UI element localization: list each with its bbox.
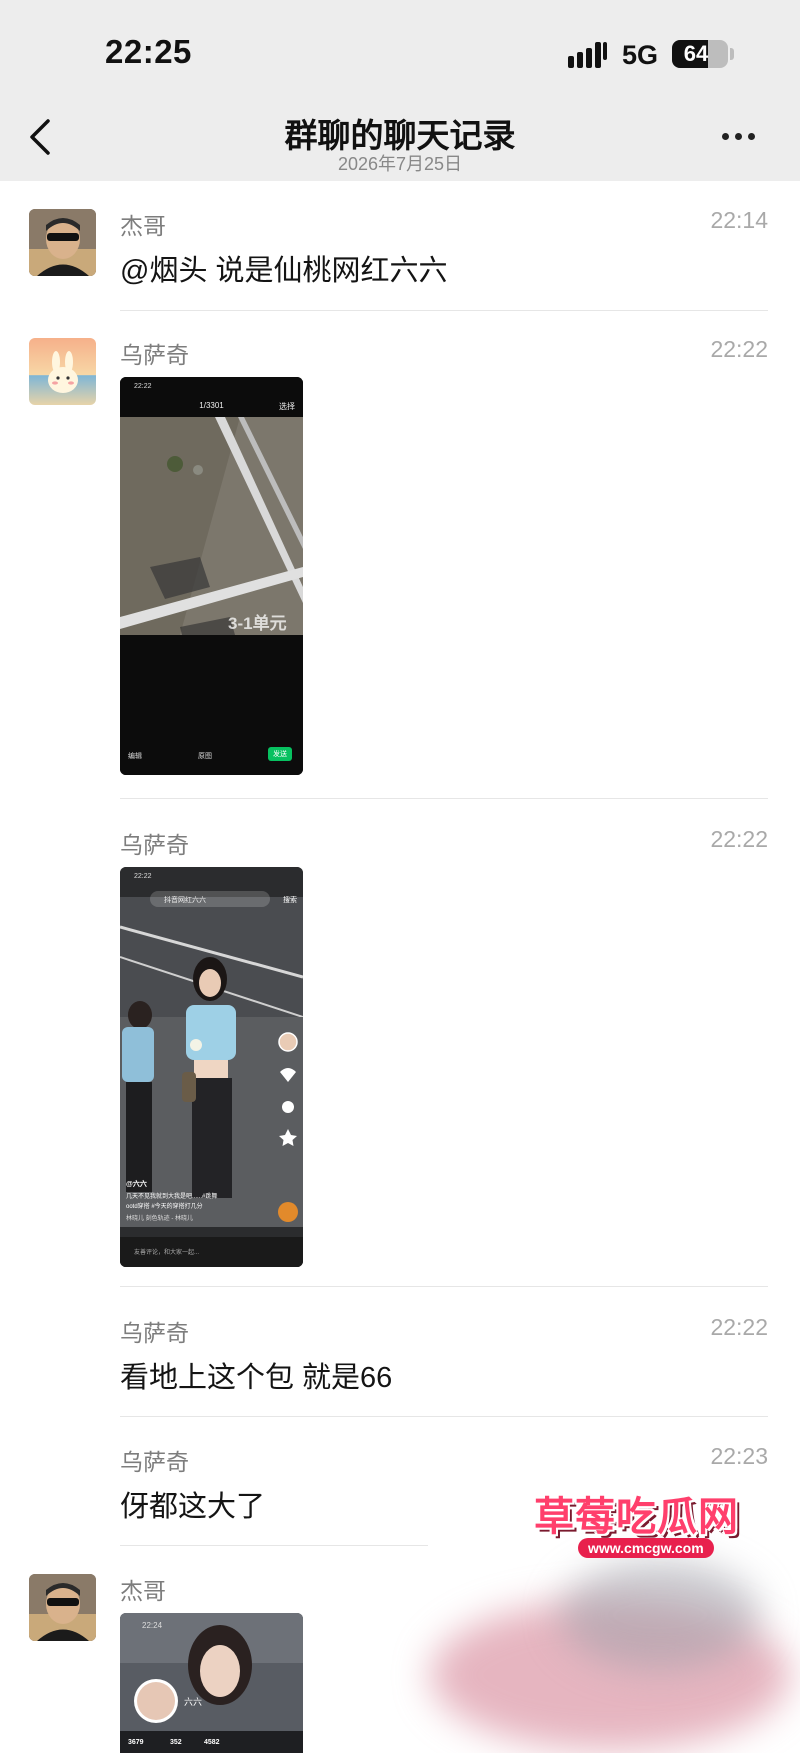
- divider: [120, 1545, 428, 1546]
- screenshot-profile-name: 六六: [184, 1697, 203, 1707]
- image-message[interactable]: 22:22 抖音网红六六 搜索 @六六 几天不见我就到大我是吧......#跳舞…: [120, 867, 303, 1267]
- screenshot-stat-1: 3679: [128, 1739, 144, 1746]
- image-message[interactable]: 22:22 1/3301 选择 3-1单元 编辑 原图 发送: [120, 377, 303, 775]
- chat-message[interactable]: 乌萨奇 22:22 看地上这个包 就是66: [0, 1314, 800, 1414]
- message-time: 22:23: [710, 1443, 768, 1469]
- sender-name: 乌萨奇: [120, 1449, 189, 1475]
- screenshot-stat-2: 352: [170, 1739, 182, 1746]
- screenshot-search-box: 抖音网红六六: [150, 891, 270, 907]
- screenshot-comment-box: 友善评论，和大家一起...: [134, 1250, 200, 1256]
- screenshot-username: @六六: [126, 1181, 147, 1188]
- screenshot-status-bar: 22:22: [134, 383, 152, 390]
- message-time: 22:22: [710, 826, 768, 852]
- sender-name: 乌萨奇: [120, 1320, 189, 1346]
- screenshot-stat-3: 4582: [204, 1739, 220, 1746]
- screenshot-status-bar: 22:22: [134, 873, 152, 880]
- status-bar: 22:25 5G 64: [0, 0, 800, 95]
- send-button-label: 发送: [268, 747, 292, 761]
- image-overlay-text: 3-1单元: [228, 614, 287, 633]
- edit-label: 编辑: [128, 753, 142, 760]
- original-label: 原图: [198, 753, 212, 760]
- chat-message[interactable]: 乌萨奇 22:22 22:22 1/3301 选择 3-1单元 编辑 原图 发送: [0, 336, 800, 776]
- message-text: 伢都这大了: [120, 1491, 266, 1523]
- divider: [120, 1286, 768, 1287]
- watermark-title: 草莓吃瓜网: [534, 1495, 739, 1539]
- avatar[interactable]: [29, 1574, 96, 1641]
- battery-cap: [730, 48, 734, 60]
- avatar[interactable]: [29, 209, 96, 276]
- divider: [120, 310, 768, 311]
- network-type: 5G: [622, 40, 659, 70]
- chat-message[interactable]: 乌萨奇 22:22 22:22 抖音网红六六 搜索 @六六 几天不见我就到大我是…: [0, 826, 800, 1267]
- sender-name: 杰哥: [120, 213, 166, 239]
- battery-level: 64: [683, 41, 709, 66]
- screenshot-caption-2: ootd穿搭 #今天的穿搭打几分: [126, 1204, 203, 1210]
- message-text: 看地上这个包 就是66: [120, 1362, 393, 1394]
- screenshot-music: 林晓儿 刻色轨迹 - 林晓儿: [126, 1216, 193, 1222]
- divider: [120, 798, 768, 799]
- page-subtitle: 2026年7月25日: [337, 154, 463, 174]
- watermark-url: www.cmcgw.com: [578, 1538, 714, 1558]
- divider: [120, 1416, 768, 1417]
- message-time: 22:14: [710, 207, 768, 233]
- sender-name: 杰哥: [120, 1578, 166, 1604]
- sender-name: 乌萨奇: [120, 342, 189, 368]
- more-options-icon[interactable]: [722, 127, 764, 147]
- signal-icon: [568, 42, 607, 68]
- message-text: @烟头 说是仙桃网红六六: [120, 255, 448, 287]
- image-message[interactable]: 22:24 六六 3679 352 4582: [120, 1613, 303, 1753]
- message-time: 22:22: [710, 1314, 768, 1340]
- watermark-logo: 草莓吃瓜网 www.cmcgw.com: [520, 1480, 780, 1580]
- chat-message[interactable]: 杰哥 22:14 @烟头 说是仙桃网红六六: [0, 207, 800, 312]
- message-time: 22:22: [710, 336, 768, 362]
- battery-icon: 64: [672, 40, 728, 68]
- screenshot-caption: 几天不见我就到大我是吧......#跳舞: [126, 1194, 218, 1200]
- select-label: 选择: [279, 402, 295, 411]
- image-counter: 1/3301: [199, 401, 224, 410]
- sender-name: 乌萨奇: [120, 832, 189, 858]
- screenshot-search-button: 搜索: [283, 897, 297, 904]
- screenshot-status-bar: 22:24: [142, 1621, 163, 1630]
- status-time: 22:25: [105, 33, 192, 70]
- avatar[interactable]: [29, 338, 96, 405]
- nav-bar: 群聊的聊天记录 2026年7月25日: [0, 95, 800, 181]
